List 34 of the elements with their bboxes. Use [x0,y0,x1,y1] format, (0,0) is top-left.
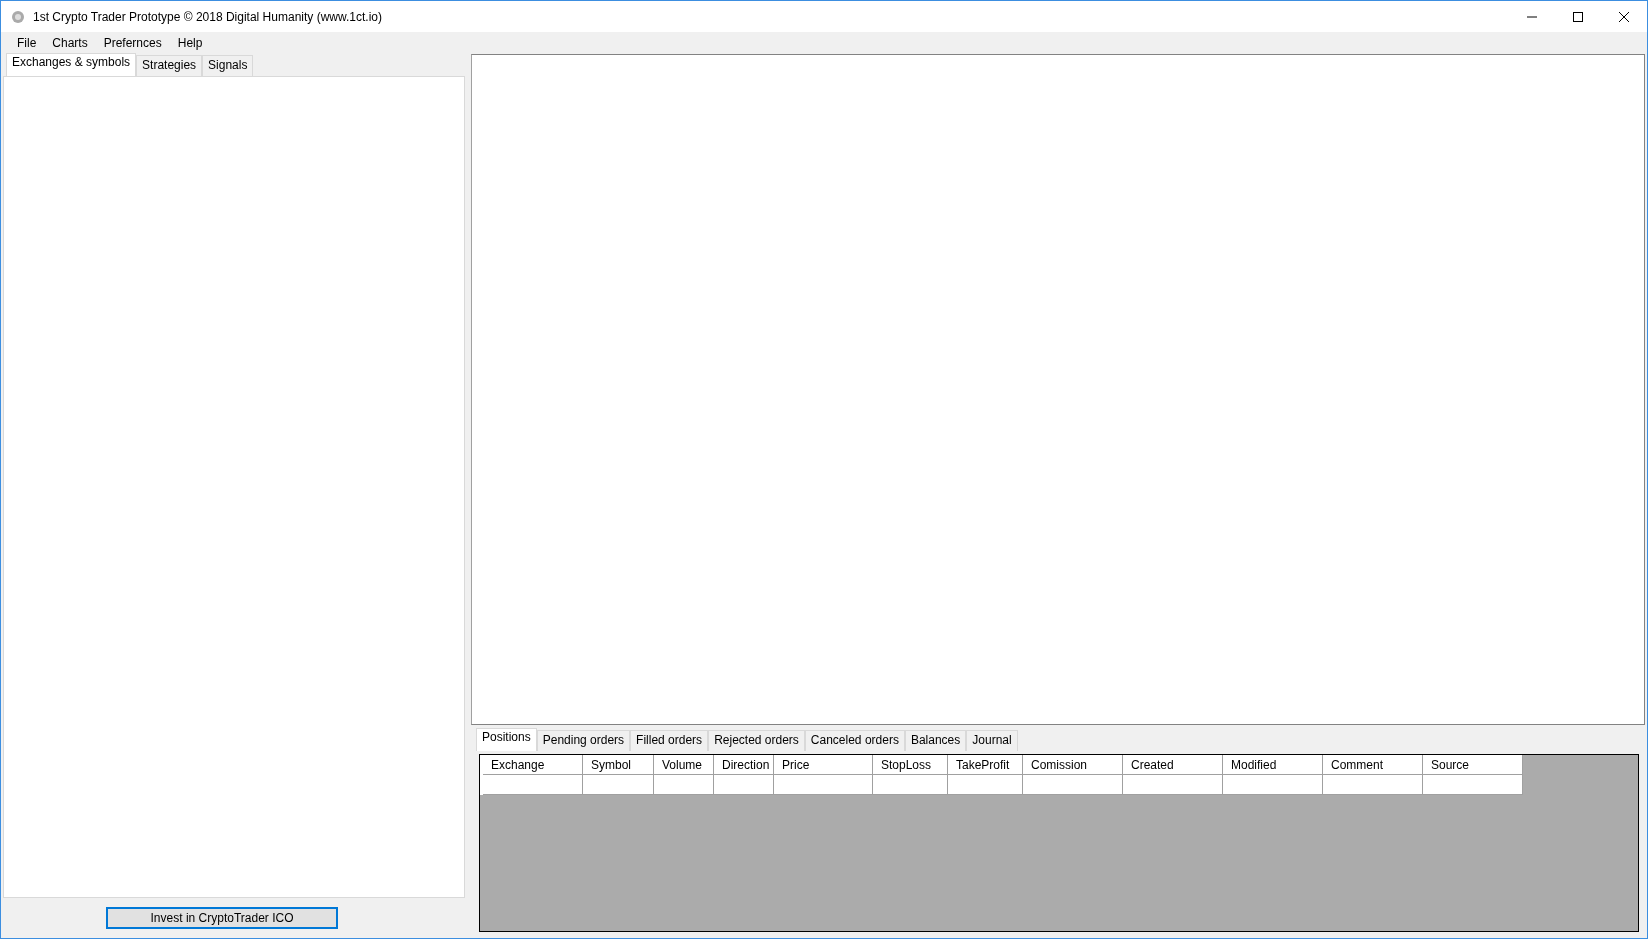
column-header[interactable]: Price [774,755,873,775]
app-icon [11,9,25,24]
menu-item[interactable]: Help [169,33,211,53]
column-header[interactable]: TakeProfit [948,755,1023,775]
tab[interactable]: Positions [476,728,537,751]
window-title: 1st Crypto Trader Prototype © 2018 Digital Humanity (www.1ct.io) [33,9,383,24]
column-header[interactable]: Comission [1023,755,1123,775]
tab[interactable]: Journal [966,730,1018,751]
tab[interactable]: Signals [202,55,254,76]
column-header[interactable]: Modified [1223,755,1323,775]
tab[interactable]: Strategies [136,55,203,76]
table-cell [714,775,774,795]
tab[interactable]: Balances [904,730,967,751]
tab[interactable]: Pending orders [536,730,631,751]
column-header[interactable]: Volume [654,755,714,775]
invest-button[interactable]: Invest in CryptoTrader ICO [106,907,338,929]
menu-item[interactable]: File [9,33,45,53]
column-header[interactable]: Symbol [583,755,654,775]
maximize-icon [1573,11,1583,22]
tab[interactable]: Exchanges & symbols [6,53,137,76]
table-cell [654,775,714,795]
column-header[interactable]: Exchange [483,755,583,775]
tab[interactable]: Canceled orders [804,730,905,751]
column-header[interactable]: StopLoss [873,755,948,775]
column-header[interactable]: Source [1423,755,1523,775]
close-icon [1619,11,1629,22]
table-cell [583,775,654,795]
menu-item[interactable]: Charts [44,33,96,53]
column-header[interactable]: Created [1123,755,1223,775]
column-header[interactable]: Comment [1323,755,1423,775]
menu-item[interactable]: Prefernces [95,33,170,53]
tab[interactable]: Rejected orders [708,730,805,751]
column-header[interactable]: Direction [714,755,774,775]
tab[interactable]: Filled orders [630,730,709,751]
